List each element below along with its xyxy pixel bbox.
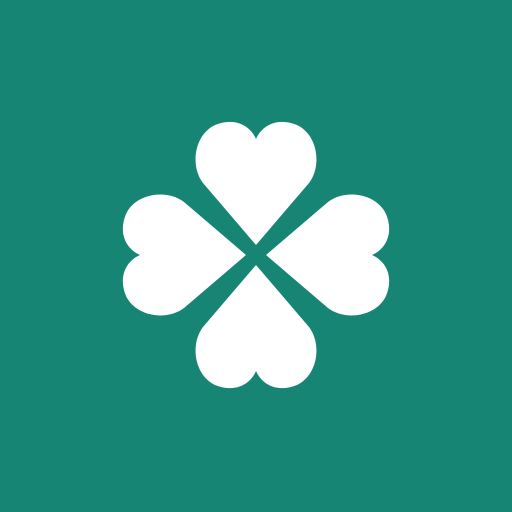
clover-leaves (122, 121, 390, 389)
clover-leaf-left (122, 194, 246, 316)
clover-leaf-right (266, 194, 390, 316)
clover-leaf-bottom (195, 265, 317, 389)
clover-leaf-top (195, 121, 317, 245)
app-icon-tile (0, 0, 512, 512)
clover-icon (122, 121, 390, 389)
